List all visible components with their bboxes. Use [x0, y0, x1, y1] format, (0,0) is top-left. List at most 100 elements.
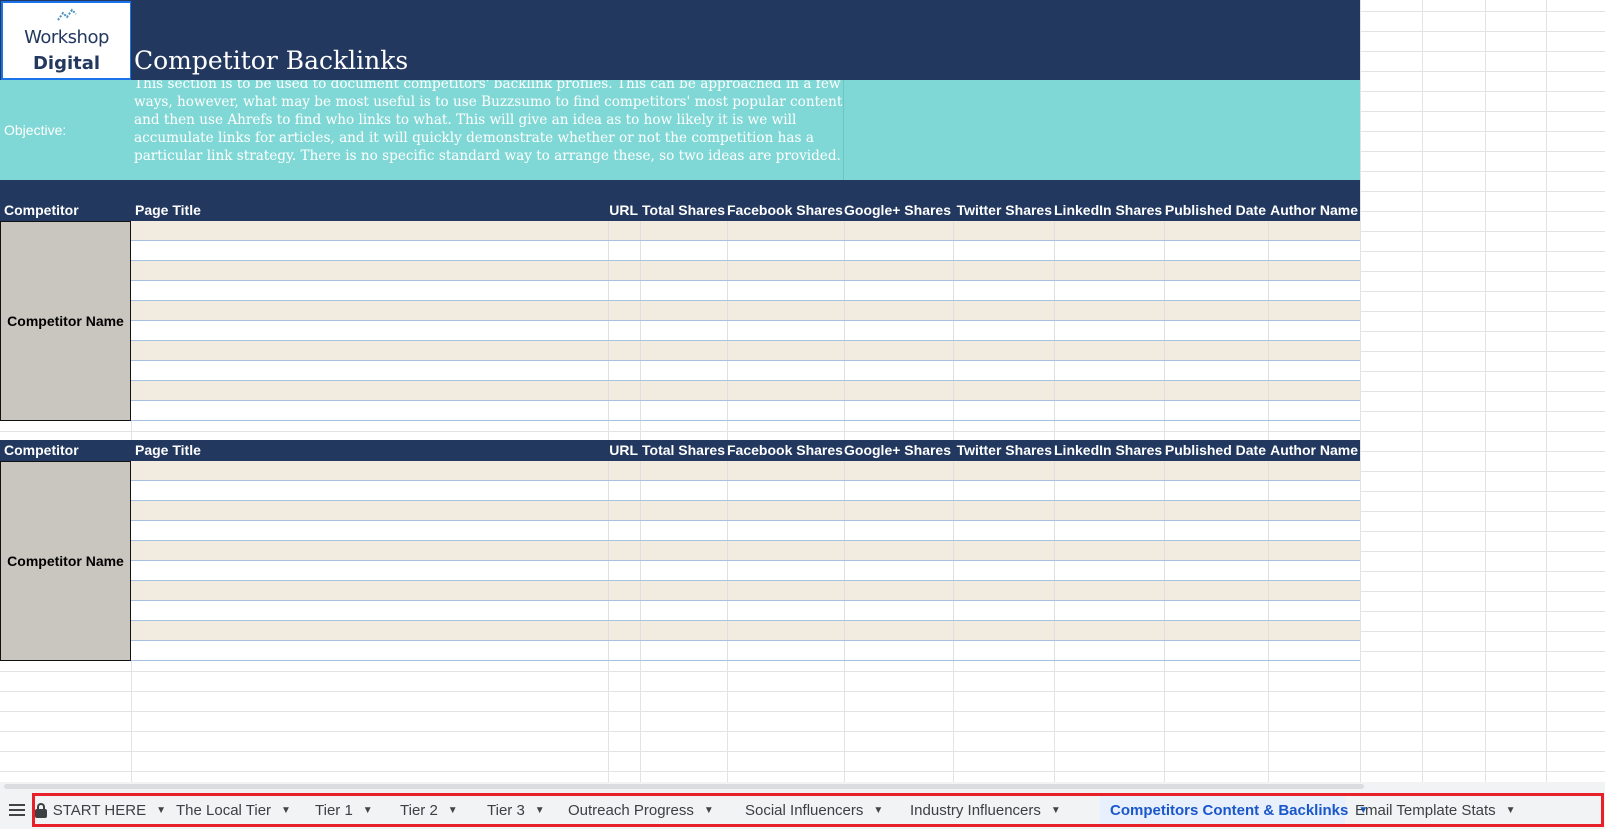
caret-down-icon[interactable]: ▼ [704, 805, 714, 816]
header-twitter-shares[interactable]: Twitter Shares [953, 440, 1054, 461]
header-page-title[interactable]: Page Title [131, 200, 608, 221]
table-row[interactable] [131, 601, 1360, 621]
table-body[interactable] [0, 221, 1360, 421]
table-row[interactable] [131, 221, 1360, 241]
spreadsheet-grid[interactable]: Workshop Digital Competitor Backlinks Ob… [0, 0, 1605, 782]
cell-divider [640, 561, 641, 580]
competitor-name-cell[interactable]: Competitor Name [0, 461, 131, 661]
header-author-name[interactable]: Author Name [1268, 440, 1360, 461]
cell-divider [640, 461, 641, 480]
table-row[interactable] [131, 581, 1360, 601]
table-row[interactable] [131, 281, 1360, 301]
caret-down-icon[interactable]: ▼ [448, 805, 458, 816]
header-url[interactable]: URL [608, 200, 640, 221]
table-row[interactable] [131, 321, 1360, 341]
scrollbar-thumb[interactable] [4, 784, 1364, 789]
table-row[interactable] [131, 361, 1360, 381]
table-row[interactable] [131, 241, 1360, 261]
cell-divider [608, 361, 609, 380]
tab-tier-1[interactable]: Tier 1 ▼ [305, 796, 390, 824]
cell-divider [1164, 261, 1165, 280]
table-header-row[interactable]: Competitor Page Title URL Total Shares Faceb… [0, 440, 1360, 461]
table-row[interactable] [131, 501, 1360, 521]
tab-competitors-content-backlinks[interactable]: Competitors Content & Backlinks ▼ [1100, 796, 1368, 824]
table-row[interactable] [131, 261, 1360, 281]
table-row[interactable] [131, 541, 1360, 561]
tab-start-here[interactable]: START HERE ▼ [24, 796, 166, 824]
cell-divider [608, 401, 609, 420]
header-url[interactable]: URL [608, 440, 640, 461]
cell-divider [953, 301, 954, 320]
header-published-date[interactable]: Published Date [1164, 200, 1268, 221]
cell-divider [608, 321, 609, 340]
caret-down-icon[interactable]: ▼ [363, 805, 373, 816]
cell-divider [844, 581, 845, 600]
table-body[interactable] [0, 461, 1360, 661]
cell-divider [1054, 601, 1055, 620]
caret-down-icon[interactable]: ▼ [156, 805, 166, 816]
cell-divider [844, 521, 845, 540]
table-row[interactable] [131, 481, 1360, 501]
header-total-shares[interactable]: Total Shares [640, 200, 727, 221]
cell-divider [727, 481, 728, 500]
tab-label: Tier 3 [487, 801, 525, 819]
header-author-name[interactable]: Author Name [1268, 200, 1360, 221]
cell-divider [608, 481, 609, 500]
table-row[interactable] [131, 401, 1360, 421]
cell-divider [1268, 481, 1269, 500]
tab-industry-influencers[interactable]: Industry Influencers ▼ [900, 796, 1100, 824]
header-competitor[interactable]: Competitor [0, 440, 131, 461]
cell-divider [1164, 281, 1165, 300]
horizontal-scrollbar[interactable] [0, 782, 1605, 790]
competitor-name-cell[interactable]: Competitor Name [0, 221, 131, 421]
tab-label: Tier 2 [400, 801, 438, 819]
header-twitter-shares[interactable]: Twitter Shares [953, 200, 1054, 221]
caret-down-icon[interactable]: ▼ [281, 805, 291, 816]
cell-divider [953, 281, 954, 300]
objective-band[interactable]: Objective: This section is to be used to… [0, 80, 1360, 180]
caret-down-icon[interactable]: ▼ [1506, 805, 1516, 816]
company-logo[interactable]: Workshop Digital [1, 1, 131, 80]
cell-divider [1268, 621, 1269, 640]
tab-outreach-progress[interactable]: Outreach Progress ▼ [558, 796, 735, 824]
tab-tier-3[interactable]: Tier 3 ▼ [477, 796, 558, 824]
table-row[interactable] [131, 461, 1360, 481]
table-row[interactable] [131, 561, 1360, 581]
tab-social-influencers[interactable]: Social Influencers ▼ [735, 796, 900, 824]
page-title[interactable]: Competitor Backlinks [134, 46, 408, 75]
header-published-date[interactable]: Published Date [1164, 440, 1268, 461]
lock-icon [34, 802, 48, 818]
header-total-shares[interactable]: Total Shares [640, 440, 727, 461]
table-row[interactable] [131, 521, 1360, 541]
header-googleplus-shares[interactable]: Google+ Shares [844, 200, 953, 221]
tab-email-template-stats[interactable]: Email Template Stats ▼ [1345, 796, 1569, 824]
cell-divider [1054, 501, 1055, 520]
table-row[interactable] [131, 301, 1360, 321]
tab-the-local-tier[interactable]: The Local Tier ▼ [166, 796, 305, 824]
table-row[interactable] [131, 381, 1360, 401]
cell-divider [953, 381, 954, 400]
table-row[interactable] [131, 641, 1360, 661]
cell-divider [1164, 241, 1165, 260]
cell-divider [727, 641, 728, 660]
cell-divider [953, 521, 954, 540]
header-facebook-shares[interactable]: Facebook Shares [727, 440, 844, 461]
caret-down-icon[interactable]: ▼ [535, 805, 545, 816]
header-linkedin-shares[interactable]: LinkedIn Shares [1054, 440, 1164, 461]
table-row[interactable] [131, 621, 1360, 641]
table-header-row[interactable]: Competitor Page Title URL Total Shares Faceb… [0, 200, 1360, 221]
table-row[interactable] [131, 341, 1360, 361]
cell-divider [640, 541, 641, 560]
header-page-title[interactable]: Page Title [131, 440, 608, 461]
header-competitor[interactable]: Competitor [0, 200, 131, 221]
header-googleplus-shares[interactable]: Google+ Shares [844, 440, 953, 461]
tab-tier-2[interactable]: Tier 2 ▼ [390, 796, 477, 824]
cell-divider [1268, 561, 1269, 580]
gridline-row [0, 691, 1605, 692]
header-facebook-shares[interactable]: Facebook Shares [727, 200, 844, 221]
caret-down-icon[interactable]: ▼ [1051, 805, 1061, 816]
caret-down-icon[interactable]: ▼ [873, 805, 883, 816]
cell-divider [844, 301, 845, 320]
header-linkedin-shares[interactable]: LinkedIn Shares [1054, 200, 1164, 221]
cell-divider [1054, 341, 1055, 360]
